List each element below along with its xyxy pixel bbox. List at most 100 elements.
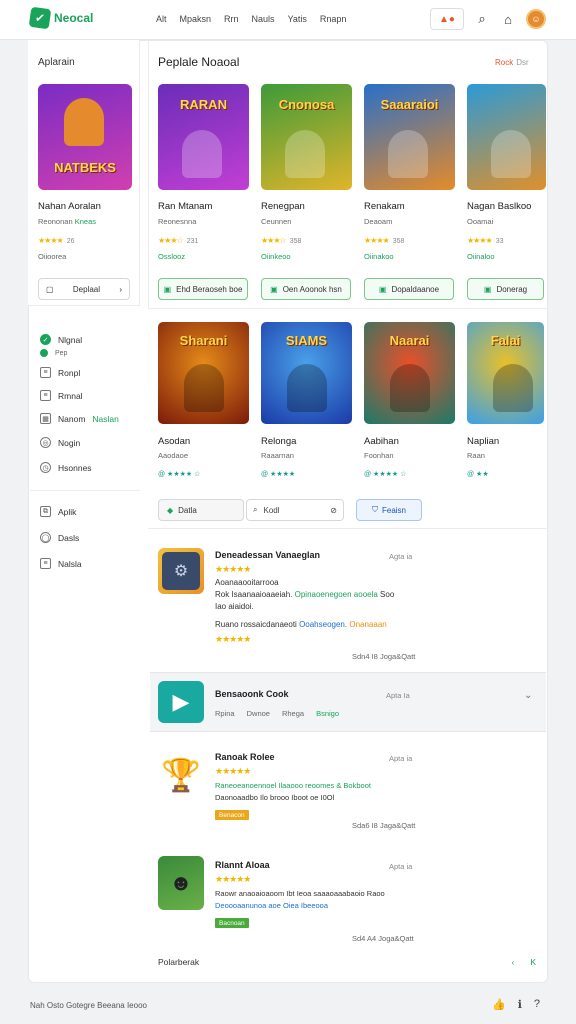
avatar[interactable]: ☺ [526,9,546,29]
nav-item[interactable]: Rnapn [320,14,347,24]
footer-icons: 👍 ℹ ? [492,998,540,1011]
featured-download-button[interactable]: ▢ Deplaal › [38,278,130,300]
help-icon[interactable]: ? [534,998,540,1011]
game-name[interactable]: Aabihan [364,436,399,447]
cart-icon[interactable]: ⌂ [500,12,516,27]
review-highlight: Opinaoenegoen aooela [294,590,378,599]
character-figure [287,364,327,412]
review-date: Apta Ia [386,691,410,700]
sidebar-menu-item[interactable]: ▦ Nanom Naslan [40,413,119,424]
game-card-image[interactable]: RARAN [158,84,249,190]
review-title[interactable]: Ranoak Rolee [215,752,275,762]
menu-heading[interactable]: ✓ Nlgnal [40,334,82,345]
game-rating: @ ★★★★ [261,471,296,478]
logo[interactable]: ✓ Neocal [28,6,93,30]
check-icon: ✓ [40,334,51,345]
info-icon[interactable]: ℹ [518,998,522,1011]
game-rating: ★★★★ 358 [364,236,404,245]
review-line: Raneoeanoennoel Ilaaooo reoomes & Bokboo… [215,781,371,790]
game-name[interactable]: Ran Mtanam [158,201,212,212]
game-name[interactable]: Naplian [467,436,499,447]
sidebar-menu-item[interactable]: ≡ Rmnal [40,390,83,401]
game-card-image[interactable]: Cnonosa [261,84,352,190]
install-button[interactable]: ▣ Ehd Beraoseh boe [158,278,248,300]
game-rating: ★★★★ 33 [467,236,503,245]
review-text: Raneoeanoennoel Ilaaooo reoomes & Bokboo… [215,780,425,804]
sidebar-menu-item[interactable]: ◎ Nogin [40,437,80,448]
sidebar-menu-item[interactable]: ◯ Dasls [40,532,79,543]
game-name[interactable]: Asodan [158,436,190,447]
game-meta: Oiinaloo [467,252,495,261]
nav-item[interactable]: Yatis [288,14,307,24]
game-rating: @ ★★★★ ☆ [158,471,201,478]
review-meta-item: Dwnoe [246,709,270,718]
highlighted-review-row[interactable] [150,672,546,732]
review-title[interactable]: Deneadessan Vanaeglan [215,550,320,560]
review-meta-item: Rhega [281,709,305,718]
featured-stars-value: ★★★★ [38,236,64,245]
filter-button-label: Datla [178,505,197,515]
nav-item[interactable]: Rrn [224,14,239,24]
review-link[interactable]: Ooahseogen. [299,620,347,629]
divider [148,308,548,309]
game-stars: ★★★☆ [158,236,184,245]
review-title[interactable]: Bensaoonk Cook [215,689,289,699]
featured-sub: Reononan Kneas [38,217,96,226]
sidebar-menu-item[interactable]: ⧉ Aplik [40,506,76,517]
game-card-image[interactable] [467,84,546,190]
review-tag: Onanaaan [349,620,387,629]
filter-button[interactable]: ◆ Datla [158,499,244,521]
pagination-label: Polarberak [158,957,200,967]
thumbs-up-icon[interactable]: 👍 [492,998,506,1011]
review-app-icon[interactable]: ⚙ [158,548,204,594]
review-meta-item: Bsnigo [316,709,340,718]
menu-sub-label: Pep [55,349,68,357]
game-card-image[interactable]: SIAMS [261,322,352,424]
nav-item[interactable]: Mpaksn [180,14,212,24]
review-app-icon[interactable]: ☻ [158,856,204,910]
game-name[interactable]: Renakam [364,201,405,212]
section-link[interactable]: Rock Dsr [495,58,529,67]
nav-item[interactable]: Alt [156,14,167,24]
search-input[interactable]: ⌕ Kodl ⊘ [246,499,344,521]
sidebar-menu-label: Hsonnes [58,462,92,473]
game-card-image[interactable]: Sharani [158,322,249,424]
apply-button[interactable]: ⛉ Feaisn [356,499,422,521]
game-name[interactable]: Relonga [261,436,296,447]
game-card-image[interactable]: Naarai [364,322,455,424]
sidebar-menu-item[interactable]: ≡ Nalsla [40,558,82,569]
install-button[interactable]: ▣ Oen Aoonok hsn [261,278,351,300]
game-card-image[interactable]: Saaaraioi [364,84,455,190]
game-name[interactable]: Renegpan [261,201,305,212]
nav-item[interactable]: Nauls [252,14,275,24]
circle-icon: ◯ [40,532,51,543]
review-footer[interactable]: Sd4 A4 Joga&Qatt [352,934,414,943]
pagination-controls: ‹ K [511,957,536,967]
featured-name[interactable]: Nahan Aoralan [38,201,101,212]
game-rating-count: 231 [186,238,199,245]
notification-button[interactable]: ▲● [430,8,464,30]
review-footer[interactable]: Sdn4 I8 Joga&Qatt [352,652,415,661]
featured-game-image[interactable]: NATBEKS [38,84,132,190]
main-nav: Alt Mpaksn Rrn Nauls Yatis Rnapn [156,14,346,24]
sidebar-menu-item[interactable]: ◷ Hsonnes [40,462,92,473]
sidebar-menu-label: Dasls [58,532,80,543]
install-button[interactable]: ▣ Dopaldaanoe [364,278,454,300]
next-page-button[interactable]: K [530,957,536,967]
review-title[interactable]: Rlannt Aloaa [215,860,270,870]
featured-meta: Oiioorea [38,252,67,261]
install-button-label: Donerag [496,284,528,294]
game-name[interactable]: Nagan Baslkoo [467,201,531,212]
filter-icon: ⛉ [371,505,378,514]
sidebar-menu-item[interactable]: ≡ Ronpl [40,367,80,378]
featured-sub-b: Kneas [74,217,96,226]
prev-page-button[interactable]: ‹ [511,957,514,967]
game-rating: @ ★★★★ ☆ [364,471,407,478]
search-icon[interactable]: ⌕ [474,11,490,27]
play-icon[interactable]: ▶ [158,681,204,723]
review-footer[interactable]: Sda6 I8 Jaga&Qatt [352,821,415,830]
chevron-right-icon: › [119,284,122,294]
game-card-image[interactable]: Falai [467,322,544,424]
chevron-down-icon[interactable]: ⌄ [524,690,532,701]
install-button[interactable]: ▣ Donerag [467,278,544,300]
